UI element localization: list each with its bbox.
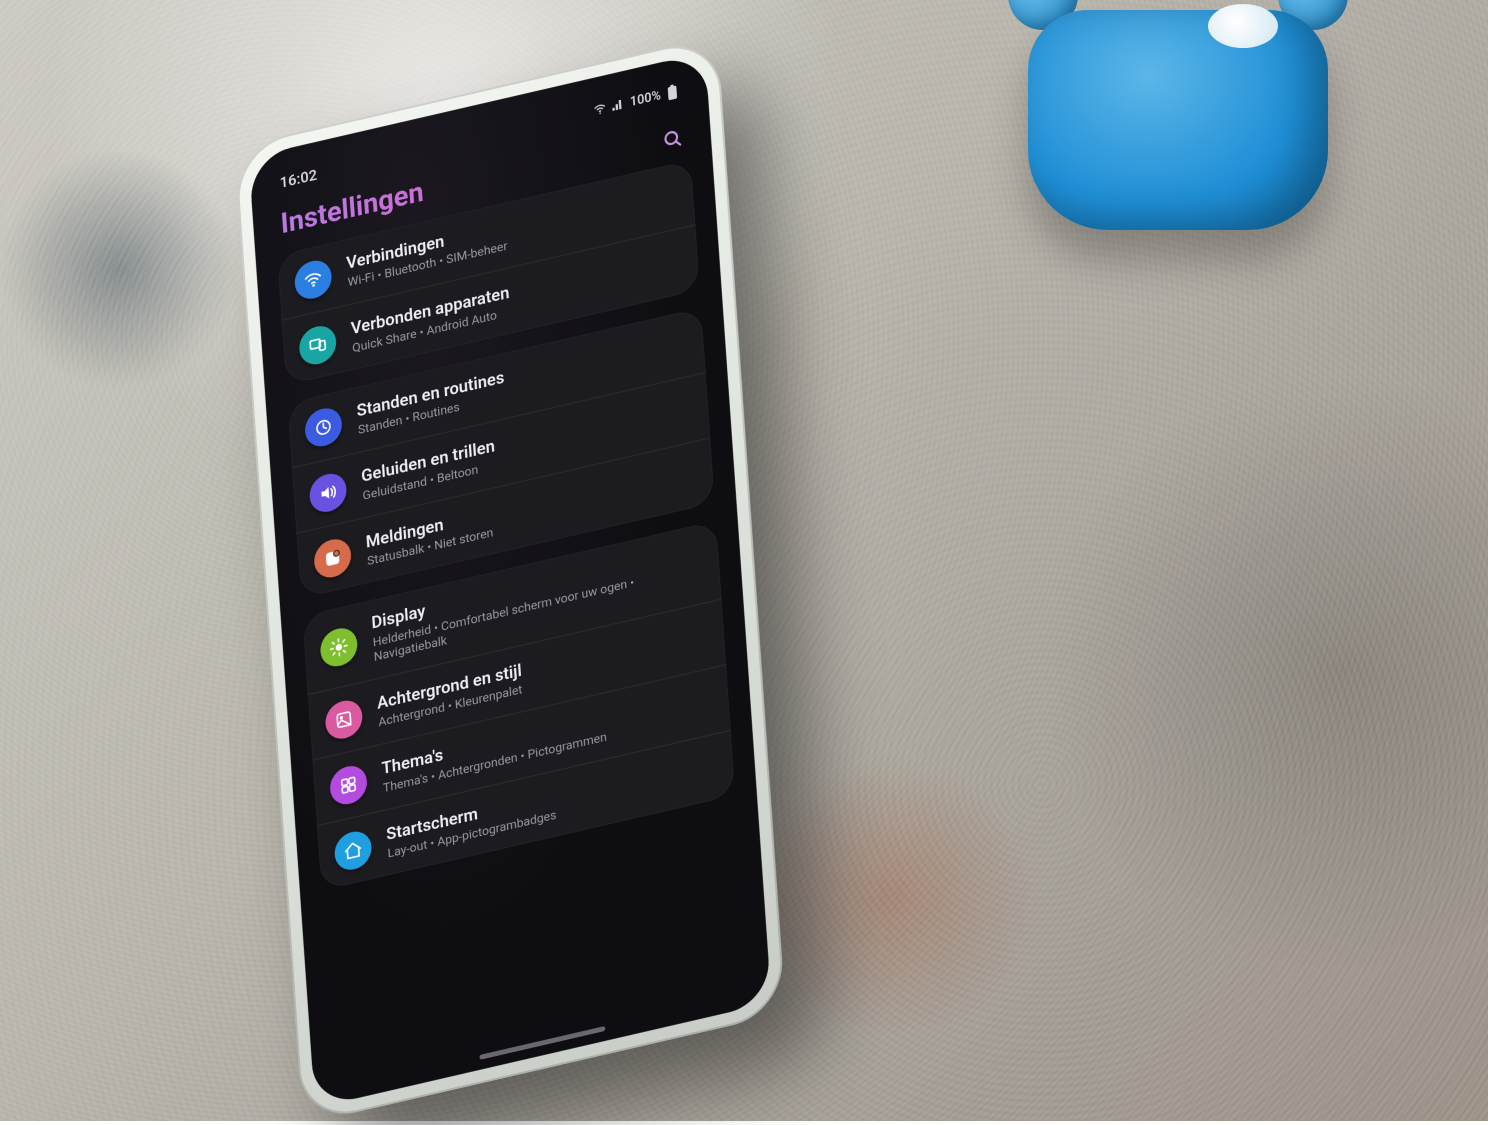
wall-icon [324,697,363,743]
signal-icon [610,97,624,114]
home-icon [333,828,372,874]
phone: 16:02 100% [234,35,786,1124]
notif-icon [313,536,352,582]
statusbar-icons [593,97,625,118]
themes-icon [329,762,368,808]
phone-screen: 16:02 100% [249,52,772,1108]
settings-item-text: MeldingenStatusbalk • Niet storen [365,503,494,568]
devices-icon [298,322,337,368]
wifi-icon [593,101,607,118]
wifi-icon [293,257,332,303]
statusbar-battery-text: 100% [629,88,661,110]
sound-icon [308,470,347,516]
statusbar-time: 16:02 [279,166,317,192]
routine-icon [304,405,343,451]
display-icon [319,625,358,671]
battery-icon [666,83,679,101]
search-icon[interactable] [661,126,684,152]
